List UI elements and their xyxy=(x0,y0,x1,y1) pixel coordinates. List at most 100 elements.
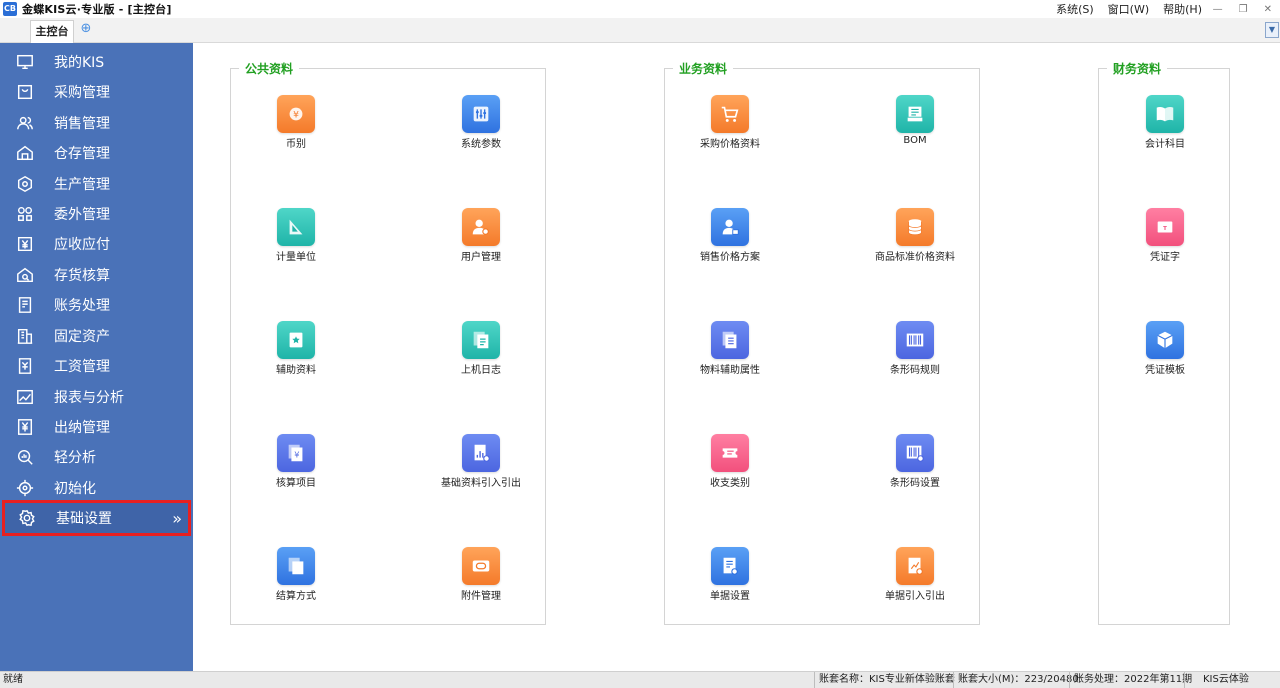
doc-gear-icon xyxy=(711,547,749,585)
tile-document-settings[interactable]: 单据设置 xyxy=(675,547,785,607)
production-icon xyxy=(14,173,36,195)
tile-label: 商品标准价格资料 xyxy=(875,252,955,263)
sidebar-item-label: 采购管理 xyxy=(54,85,110,101)
group-finance-data: 财务资料 会计科目 T 凭证字 凭证模板 xyxy=(1098,60,1230,625)
status-bar: 就绪 账套名称：KIS专业新体验账套 账套大小(M)：223/20480 账务处… xyxy=(0,671,1280,688)
analysis-search-icon xyxy=(14,446,36,468)
status-edition: KIS云体验 xyxy=(1184,672,1249,688)
sidebar-item-purchase[interactable]: 采购管理 xyxy=(0,77,193,107)
tile-barcode-settings[interactable]: 条形码设置 xyxy=(860,434,970,494)
tile-label: 收支类别 xyxy=(710,478,750,489)
group-business-data: 业务资料 采购价格资料 BOM 销售价格方案 商品标准价格资料 物料辅助属性 条… xyxy=(664,60,980,625)
sidebar-item-payroll[interactable]: 工资管理 xyxy=(0,351,193,381)
svg-text:¥: ¥ xyxy=(294,450,299,460)
attachment-icon xyxy=(462,547,500,585)
sidebar-item-production[interactable]: 生产管理 xyxy=(0,169,193,199)
tile-currency[interactable]: ¥ 币别 xyxy=(241,95,351,155)
status-account-name: 账套名称：KIS专业新体验账套 xyxy=(814,672,955,688)
sidebar-item-label: 出纳管理 xyxy=(54,420,110,436)
tile-user-management[interactable]: 用户管理 xyxy=(426,208,536,268)
tile-purchase-price[interactable]: 采购价格资料 xyxy=(675,95,785,155)
menu-window[interactable]: 窗口(W) xyxy=(1108,1,1149,17)
sidebar-item-fixed-assets[interactable]: 固定资产 xyxy=(0,321,193,351)
tile-label: 凭证字 xyxy=(1150,252,1180,263)
sidebar-item-initialize[interactable]: 初始化 xyxy=(0,473,193,503)
menu-help[interactable]: 帮助(H) xyxy=(1163,1,1202,17)
tile-label: 币别 xyxy=(286,139,306,150)
tile-accounting-items[interactable]: ¥ 核算项目 xyxy=(241,434,351,494)
group-public-data: 公共资料 ¥ 币别 系统参数 计量单位 用户管理 辅助资料 上机日志 ¥ 核算项… xyxy=(230,60,546,625)
chevron-right-double-icon: » xyxy=(172,508,182,528)
sidebar-item-inventory[interactable]: 存货核算 xyxy=(0,260,193,290)
tile-label: 物料辅助属性 xyxy=(700,365,760,376)
minimize-icon[interactable]: — xyxy=(1213,4,1223,15)
sidebar-item-outsource[interactable]: 委外管理 xyxy=(0,199,193,229)
tile-settlement-method[interactable]: 结算方式 xyxy=(241,547,351,607)
close-icon[interactable]: ✕ xyxy=(1264,4,1272,15)
sidebar-item-reports[interactable]: 报表与分析 xyxy=(0,382,193,412)
tile-label: 条形码设置 xyxy=(890,478,940,489)
tile-label: 辅助资料 xyxy=(276,365,316,376)
sidebar-item-my-kis[interactable]: 我的KIS xyxy=(0,47,193,77)
restore-icon[interactable]: ❐ xyxy=(1239,4,1248,15)
sliders-icon xyxy=(462,95,500,133)
outsource-icon xyxy=(14,203,36,225)
add-tab-icon[interactable]: ⊕ xyxy=(80,22,92,35)
main-console: 公共资料 ¥ 币别 系统参数 计量单位 用户管理 辅助资料 上机日志 ¥ 核算项… xyxy=(193,43,1280,671)
sidebar-item-warehouse[interactable]: 仓存管理 xyxy=(0,138,193,168)
tab-dropdown-icon[interactable]: ▼ xyxy=(1265,22,1279,38)
sidebar-item-ledger[interactable]: 账务处理 xyxy=(0,290,193,320)
app-logo-icon: CB xyxy=(3,2,17,16)
sidebar-item-label: 基础设置 xyxy=(56,511,112,527)
status-account-size: 账套大小(M)：223/20480 xyxy=(953,672,1079,688)
tile-bom[interactable]: BOM xyxy=(860,95,970,155)
template-cube-icon xyxy=(1146,321,1184,359)
sidebar-item-cashier[interactable]: 出纳管理 xyxy=(0,412,193,442)
payroll-icon xyxy=(14,355,36,377)
tile-document-import-export[interactable]: 单据引入引出 xyxy=(860,547,970,607)
tile-auxiliary-data[interactable]: 辅助资料 xyxy=(241,321,351,381)
sidebar-item-receivable[interactable]: 应收应付 xyxy=(0,229,193,259)
import-export-icon xyxy=(462,434,500,472)
tile-voucher-word[interactable]: T 凭证字 xyxy=(1110,208,1220,268)
tile-label: 单据引入引出 xyxy=(885,591,945,602)
sidebar-item-label: 委外管理 xyxy=(54,207,110,223)
svg-text:T: T xyxy=(1163,226,1167,232)
menu-bar: 系统(S) 窗口(W) 帮助(H) xyxy=(1056,0,1202,18)
chart-line-icon xyxy=(14,386,36,408)
group-title: 财务资料 xyxy=(1107,60,1168,77)
gear-icon xyxy=(16,507,38,529)
window-title: 金蝶KIS云·专业版 - [主控台] xyxy=(22,3,172,16)
tile-label: 系统参数 xyxy=(461,139,501,150)
log-icon xyxy=(462,321,500,359)
tab-main-console[interactable]: 主控台 xyxy=(30,20,74,43)
yen-doc-icon: ¥ xyxy=(277,434,315,472)
star-doc-icon xyxy=(277,321,315,359)
tile-basic-data-import-export[interactable]: 基础资料引入引出 xyxy=(426,434,536,494)
barcode-icon xyxy=(896,321,934,359)
sidebar-item-label: 工资管理 xyxy=(54,359,110,375)
tile-voucher-template[interactable]: 凭证模板 xyxy=(1110,321,1220,381)
sidebar-item-basic-settings[interactable]: 基础设置 » xyxy=(2,500,191,536)
tile-barcode-rules[interactable]: 条形码规则 xyxy=(860,321,970,381)
tile-chart-of-accounts[interactable]: 会计科目 xyxy=(1110,95,1220,155)
menu-system[interactable]: 系统(S) xyxy=(1056,1,1094,17)
sidebar-item-light-analysis[interactable]: 轻分析 xyxy=(0,442,193,472)
sidebar-item-label: 应收应付 xyxy=(54,237,110,253)
tile-income-expense-category[interactable]: 收支类别 xyxy=(675,434,785,494)
tile-goods-standard-price[interactable]: 商品标准价格资料 xyxy=(860,208,970,268)
voucher-word-icon: T xyxy=(1146,208,1184,246)
tile-sales-price-plan[interactable]: 销售价格方案 xyxy=(675,208,785,268)
people-icon xyxy=(14,112,36,134)
sidebar-item-label: 初始化 xyxy=(54,481,96,497)
tile-login-log[interactable]: 上机日志 xyxy=(426,321,536,381)
sidebar-item-sales[interactable]: 销售管理 xyxy=(0,108,193,138)
tile-system-params[interactable]: 系统参数 xyxy=(426,95,536,155)
inventory-icon xyxy=(14,264,36,286)
sidebar-item-label: 仓存管理 xyxy=(54,146,110,162)
tile-attachment-management[interactable]: 附件管理 xyxy=(426,547,536,607)
tile-unit-of-measure[interactable]: 计量单位 xyxy=(241,208,351,268)
status-period: 账务处理：2022年第11期 xyxy=(1069,672,1192,688)
tile-label: 附件管理 xyxy=(461,591,501,602)
tile-material-aux-attr[interactable]: 物料辅助属性 xyxy=(675,321,785,381)
